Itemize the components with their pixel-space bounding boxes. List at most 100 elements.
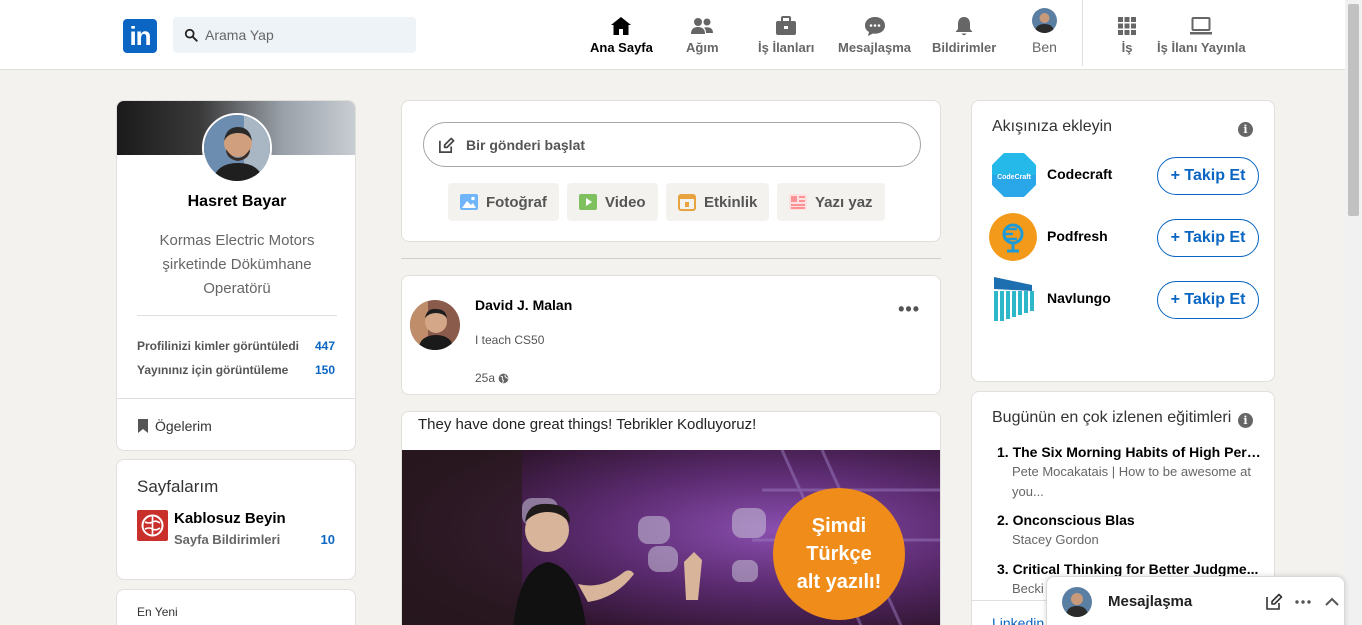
nav-messaging[interactable]: Mesajlaşma <box>838 14 911 55</box>
stat-post-views[interactable]: Yayınınız için görüntüleme 150 <box>137 363 337 377</box>
shared-post-card: They have done great things! Tebrikler K… <box>401 411 941 625</box>
post-author-name[interactable]: David J. Malan <box>475 297 572 313</box>
network-icon <box>691 18 714 34</box>
info-icon[interactable]: i <box>1238 122 1253 137</box>
linkedin-logo[interactable]: in <box>123 19 157 53</box>
post-timestamp: 25a <box>475 371 509 385</box>
my-pages-title: Sayfalarım <box>137 477 219 496</box>
nav-post-job-label: İş İlanı Yayınla <box>1157 40 1246 55</box>
edit-icon <box>439 137 455 153</box>
svg-text:CodeCraft: CodeCraft <box>997 174 1032 181</box>
recent-card: En Yeni <box>116 589 356 625</box>
top-courses-title: Bugünün en çok izlenen eğitimleri <box>992 409 1232 426</box>
calendar-icon <box>678 194 696 211</box>
badge-line-2: Türkçe <box>806 543 872 565</box>
article-icon <box>789 194 807 210</box>
post-author-headline: I teach CS50 <box>475 333 545 347</box>
suggestion-name[interactable]: Codecraft <box>1047 166 1112 182</box>
page-name[interactable]: Kablosuz Beyin <box>174 510 286 527</box>
nav-home-label: Ana Sayfa <box>590 40 653 55</box>
nav-me[interactable]: Ben <box>1032 8 1057 55</box>
nav-home[interactable]: Ana Sayfa <box>590 14 653 55</box>
page-notifications-label[interactable]: Sayfa Bildirimleri <box>174 532 280 547</box>
messaging-title[interactable]: Mesajlaşma <box>1108 593 1192 610</box>
messaging-bar[interactable]: Mesajlaşma <box>1046 576 1345 625</box>
stat-label: Profilinizi kimler görüntüledi <box>137 339 300 353</box>
nav-work[interactable]: İş <box>1114 14 1140 55</box>
info-icon[interactable]: i <box>1238 413 1253 428</box>
scrollbar-thumb[interactable] <box>1348 4 1359 216</box>
post-time-text: 25a <box>475 371 496 385</box>
my-items-label: Ögelerim <box>155 418 212 434</box>
post-image[interactable]: Şimdi Türkçe alt yazılı! <box>402 450 940 625</box>
course-title[interactable]: 2. Onconscious Blas <box>997 512 1263 528</box>
top-navbar: in Ana Sayfa Ağım İş İlanları <box>0 0 1345 70</box>
avatar <box>1062 587 1092 617</box>
search-box[interactable] <box>173 17 416 53</box>
nav-network[interactable]: Ağım <box>686 14 719 55</box>
compose-card: Bir gönderi başlat Fotoğraf Video Etkinl… <box>401 100 941 242</box>
chat-icon <box>864 17 885 36</box>
courses-link[interactable]: Linkedin <box>992 615 1044 625</box>
navlungo-logo[interactable] <box>990 275 1038 323</box>
divider <box>137 315 337 316</box>
briefcase-icon <box>776 16 797 35</box>
start-post-placeholder: Bir gönderi başlat <box>466 137 586 153</box>
profile-card: Hasret Bayar Kormas Electric Motors şirk… <box>116 100 356 451</box>
course-author: Stacey Gordon <box>1012 532 1099 547</box>
follow-button[interactable]: + Takip Et <box>1157 157 1259 195</box>
more-options-icon[interactable] <box>1294 593 1312 611</box>
post-author-avatar[interactable] <box>410 300 460 350</box>
nav-network-label: Ağım <box>686 40 719 55</box>
profile-name[interactable]: Hasret Bayar <box>117 193 355 211</box>
write-article-label: Yazı yaz <box>815 193 873 211</box>
bookmark-icon <box>138 419 148 433</box>
codecraft-logo[interactable]: CodeCraft <box>990 151 1038 199</box>
stat-profile-views[interactable]: Profilinizi kimler görüntüledi 447 <box>137 339 337 353</box>
photo-button[interactable]: Fotoğraf <box>448 183 559 221</box>
search-icon <box>184 28 198 42</box>
compose-message-icon[interactable] <box>1265 593 1283 611</box>
profile-photo[interactable] <box>202 113 272 183</box>
event-label: Etkinlik <box>704 193 758 211</box>
nav-notifications-label: Bildirimler <box>932 40 997 55</box>
nav-notifications[interactable]: Bildirimler <box>932 14 996 55</box>
page-scrollbar[interactable] <box>1345 0 1362 625</box>
course-author: Pete Mocakatais | How to be awesome at y… <box>1012 464 1251 499</box>
suggestion-name[interactable]: Navlungo <box>1047 290 1111 306</box>
nav-post-job[interactable]: İş İlanı Yayınla <box>1157 14 1246 55</box>
video-button[interactable]: Video <box>567 183 658 221</box>
post-more-menu[interactable]: ••• <box>898 300 920 318</box>
event-button[interactable]: Etkinlik <box>666 183 770 221</box>
nav-work-label: İş <box>1121 40 1133 55</box>
divider <box>117 398 355 399</box>
follow-button[interactable]: + Takip Et <box>1157 219 1259 257</box>
nav-me-label: Ben <box>1032 39 1057 55</box>
course-title[interactable]: 3. Critical Thinking for Better Judgme..… <box>997 561 1263 577</box>
page-logo[interactable] <box>137 510 168 541</box>
chevron-up-icon[interactable] <box>1323 593 1341 611</box>
course-title[interactable]: 1. The Six Morning Habits of High Perf..… <box>997 444 1263 460</box>
podfresh-logo[interactable] <box>989 213 1037 261</box>
search-input[interactable] <box>205 17 410 53</box>
stat-value: 447 <box>314 339 335 353</box>
write-article-button[interactable]: Yazı yaz <box>777 183 885 221</box>
feed-divider <box>401 258 941 259</box>
nav-jobs-label: İş İlanları <box>758 40 815 55</box>
globe-icon <box>498 373 509 383</box>
home-icon <box>611 17 632 35</box>
stat-label: Yayınınız için görüntüleme <box>137 363 289 377</box>
recent-title: En Yeni <box>137 605 178 619</box>
nav-jobs[interactable]: İş İlanları <box>758 14 814 55</box>
photo-label: Fotoğraf <box>486 193 547 211</box>
avatar <box>1032 8 1057 33</box>
laptop-icon <box>1190 17 1213 35</box>
follow-button[interactable]: + Takip Et <box>1157 281 1259 319</box>
page-notifications-count: 10 <box>320 532 335 547</box>
badge-line-1: Şimdi <box>811 515 867 537</box>
suggestion-name[interactable]: Podfresh <box>1047 228 1108 244</box>
start-post-input[interactable]: Bir gönderi başlat <box>423 122 921 167</box>
my-items-link[interactable]: Ögelerim <box>137 418 212 434</box>
post-card: David J. Malan I teach CS50 25a ••• <box>401 275 941 395</box>
nav-divider <box>1082 0 1083 66</box>
